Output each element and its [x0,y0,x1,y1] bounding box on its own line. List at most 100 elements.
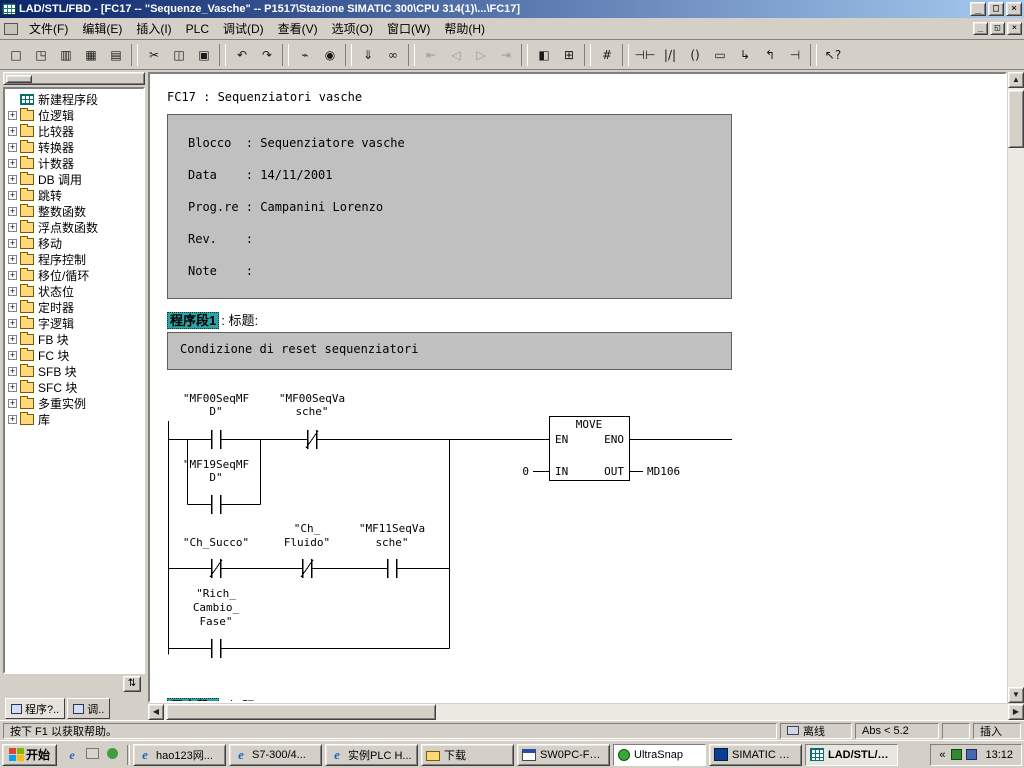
network-1-header[interactable]: 程序段1: 标题: [167,310,258,329]
ladder-editor[interactable]: FC17 : Sequenziatori vasche Blocco : Seq… [148,72,1007,703]
first-network-button[interactable]: ⇤ [419,43,443,66]
coil-button[interactable]: () [683,43,707,66]
close-branch-button[interactable]: ↰ [758,43,782,66]
pane-grip-bar[interactable] [3,72,145,85]
menu-file[interactable]: 文件(F) [22,18,75,39]
expand-plus-icon[interactable] [8,239,17,248]
expand-plus-icon[interactable] [8,399,17,408]
contact-mf00seqvasche[interactable] [306,430,318,449]
tab-program-elements[interactable]: 程序?.. [5,698,65,719]
paste-button[interactable]: ▣ [192,43,216,66]
network-2-header[interactable]: 程序段2: 标题: [167,696,258,703]
new-button[interactable]: □ [4,43,28,66]
sidebar-item-integer-functions[interactable]: 整数函数 [5,203,143,219]
menu-edit[interactable]: 编辑(E) [75,18,129,39]
maximize-button[interactable]: □ [988,2,1004,16]
symbol-info-button[interactable]: # [595,43,619,66]
save-all-button[interactable]: ▥ [54,43,78,66]
internet-explorer-icon[interactable]: e [64,747,80,763]
open-button[interactable]: ◳ [29,43,53,66]
media-player-icon[interactable] [107,748,118,759]
contact-rich-cambio-fase[interactable] [212,639,221,658]
expand-plus-icon[interactable] [8,383,17,392]
sidebar-item-jumps[interactable]: 跳转 [5,187,143,203]
expand-plus-icon[interactable] [8,303,17,312]
expand-plus-icon[interactable] [8,191,17,200]
expand-plus-icon[interactable] [8,271,17,280]
scroll-left-arrow[interactable]: ◀ [148,704,164,720]
sidebar-item-float-functions[interactable]: 浮点数函数 [5,219,143,235]
menu-insert[interactable]: 插入(I) [129,18,178,39]
contact-mf00seqmfd[interactable] [212,430,221,449]
pane-grip-handle[interactable] [6,75,32,83]
cut-button[interactable]: ✂ [142,43,166,66]
sidebar-item-program-control[interactable]: 程序控制 [5,251,143,267]
sidebar-item-shift-rotate[interactable]: 移位/循环 [5,267,143,283]
sidebar-item-sfc-blocks[interactable]: SFC 块 [5,379,143,395]
menu-help[interactable]: 帮助(H) [437,18,492,39]
expand-plus-icon[interactable] [8,159,17,168]
help-pointer-button[interactable]: ↖? [821,43,845,66]
child-minimize-button[interactable]: _ [973,22,988,35]
expand-plus-icon[interactable] [8,207,17,216]
sidebar-item-multiple-instances[interactable]: 多重实例 [5,395,143,411]
monitor-button[interactable]: ◉ [318,43,342,66]
sidebar-item-converter[interactable]: 转换器 [5,139,143,155]
mdi-child-icon[interactable] [4,23,18,35]
task-downloads[interactable]: 下载 [421,744,514,766]
network-2-label[interactable]: 程序段2 [167,698,219,703]
undo-button[interactable]: ↶ [230,43,254,66]
vertical-scrollbar[interactable]: ▲ ▼ [1008,72,1024,703]
close-button[interactable]: × [1006,2,1022,16]
task-lad-stl-fbd[interactable]: LAD/STL/FB... [805,744,898,766]
show-desktop-icon[interactable] [86,748,99,759]
move-out-operand[interactable]: MD106 [647,465,680,478]
overview-toggle-button[interactable]: ⇅ [123,676,141,692]
save-button[interactable]: ▦ [79,43,103,66]
tab-call-structure[interactable]: 调.. [67,698,110,719]
contact-ch-succo[interactable] [210,559,222,578]
tray-icon-2[interactable] [966,749,977,760]
menu-options[interactable]: 选项(O) [325,18,380,39]
expand-plus-icon[interactable] [8,351,17,360]
open-branch-button[interactable]: ↳ [733,43,757,66]
sidebar-item-fb-blocks[interactable]: FB 块 [5,331,143,347]
child-restore-button[interactable]: ◱ [990,22,1005,35]
task-hao123[interactable]: ehao123网... [133,744,226,766]
sidebar-item-db-call[interactable]: DB 调用 [5,171,143,187]
expand-plus-icon[interactable] [8,175,17,184]
contact-nc-button[interactable]: |/| [658,43,682,66]
scroll-up-arrow[interactable]: ▲ [1008,72,1024,88]
monitor-onoff-button[interactable]: ∞ [381,43,405,66]
move-in-operand[interactable]: 0 [522,465,529,478]
sidebar-item-counter[interactable]: 计数器 [5,155,143,171]
sidebar-item-libraries[interactable]: 库 [5,411,143,427]
sidebar-item-word-logic[interactable]: 字逻辑 [5,315,143,331]
sidebar-item-timers[interactable]: 定时器 [5,299,143,315]
menu-view[interactable]: 查看(V) [271,18,325,39]
minimize-button[interactable]: _ [970,2,986,16]
menu-debug[interactable]: 调试(D) [216,18,271,39]
sidebar-item-fc-blocks[interactable]: FC 块 [5,347,143,363]
print-button[interactable]: ▤ [104,43,128,66]
copy-button[interactable]: ◫ [167,43,191,66]
empty-box-button[interactable]: ▭ [708,43,732,66]
sidebar-item-status-bits[interactable]: 状态位 [5,283,143,299]
expand-plus-icon[interactable] [8,223,17,232]
expand-plus-icon[interactable] [8,111,17,120]
tray-icon-1[interactable] [951,749,962,760]
sidebar-item-bit-logic[interactable]: 位逻辑 [5,107,143,123]
menu-plc[interactable]: PLC [179,20,216,38]
expand-plus-icon[interactable] [8,143,17,152]
expand-plus-icon[interactable] [8,335,17,344]
sidebar-item-sfb-blocks[interactable]: SFB 块 [5,363,143,379]
sidebar-item-comparator[interactable]: 比较器 [5,123,143,139]
task-simatic-manager[interactable]: SIMATIC M... [709,744,802,766]
sidebar-item-move[interactable]: 移动 [5,235,143,251]
task-ultrasnap[interactable]: UltraSnap [613,744,706,766]
contact-mf19seqmfd[interactable] [212,495,221,514]
expand-plus-icon[interactable] [8,127,17,136]
download-button[interactable]: ⇓ [356,43,380,66]
prev-network-button[interactable]: ◁ [444,43,468,66]
expand-plus-icon[interactable] [8,255,17,264]
